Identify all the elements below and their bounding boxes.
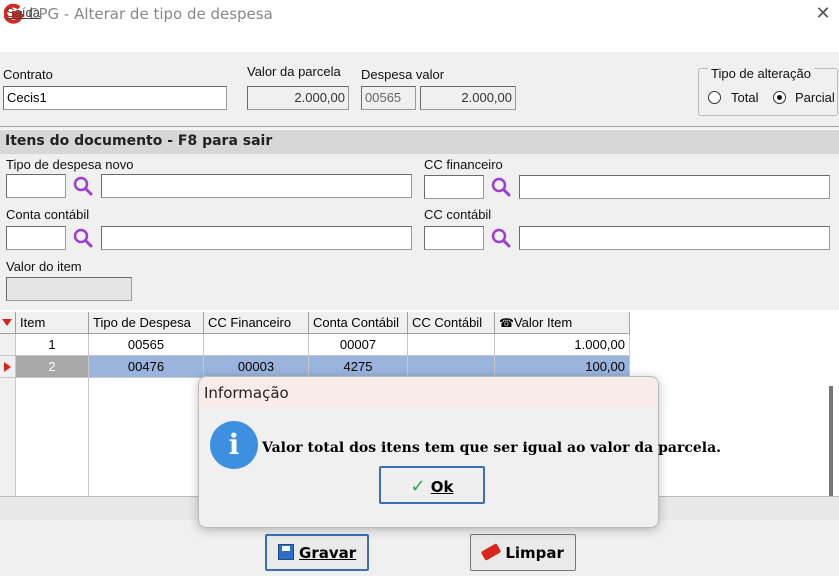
grid-row-indicator (0, 334, 16, 356)
window-title: CPG - Alterar de tipo de despesa (28, 5, 273, 23)
radio-parcial-label[interactable]: Parcial (795, 90, 835, 105)
table-cell[interactable] (408, 356, 495, 378)
phone-icon: ☎ (499, 316, 514, 330)
info-icon: i (210, 421, 258, 469)
radio-total[interactable] (708, 91, 721, 104)
table-cell[interactable]: 00003 (204, 356, 309, 378)
conta-contabil-label: Conta contábil (6, 207, 90, 222)
grid-vertical-scrollbar[interactable] (829, 386, 833, 496)
gravar-button-label: Gravar (299, 544, 357, 562)
separator (0, 126, 839, 127)
limpar-button[interactable]: Limpar (470, 534, 576, 571)
valor-parcela-label: Valor da parcela (247, 64, 341, 79)
cc-contabil-label: CC contábil (424, 207, 492, 222)
search-icon[interactable] (72, 227, 94, 249)
radio-total-label[interactable]: Total (731, 90, 758, 105)
limpar-button-label: Limpar (505, 544, 564, 562)
grid-header-conta-contabil[interactable]: Conta Contábil (309, 312, 408, 334)
tipo-despesa-code-input[interactable] (6, 174, 66, 198)
cc-financeiro-code-input[interactable] (424, 175, 484, 199)
gravar-button[interactable]: Gravar (265, 534, 369, 571)
table-cell[interactable]: 1 (16, 334, 89, 356)
grid-header-valor-item-label: Valor Item (513, 315, 573, 330)
valor-parcela-input: 2.000,00 (247, 86, 349, 110)
search-icon[interactable] (72, 175, 94, 197)
contrato-input[interactable]: Cecis1 (3, 86, 227, 110)
grid-row-indicator (0, 356, 16, 378)
grid-header-tipo-despesa[interactable]: Tipo de Despesa (89, 312, 204, 334)
table-cell[interactable]: 1.000,00 (495, 334, 630, 356)
grid-indicator-header (0, 312, 16, 334)
search-icon[interactable] (490, 227, 512, 249)
eraser-icon (480, 543, 502, 561)
despesa-amount-input: 2.000,00 (420, 86, 516, 110)
contrato-label: Contrato (3, 67, 53, 82)
tipo-despesa-desc-input[interactable] (101, 174, 412, 198)
ok-button-label: Ok (430, 478, 454, 496)
table-cell[interactable] (204, 334, 309, 356)
table-cell[interactable]: 00007 (309, 334, 408, 356)
cc-contabil-desc-input[interactable] (519, 226, 830, 250)
tipo-alteracao-label: Tipo de alteração (708, 66, 814, 81)
conta-contabil-desc-input[interactable] (101, 226, 412, 250)
table-cell[interactable]: 100,00 (495, 356, 630, 378)
close-icon[interactable]: ✕ (813, 3, 833, 24)
checkmark-icon: ✓ (410, 476, 426, 497)
ok-button[interactable]: ✓ Ok (379, 466, 485, 504)
cc-financeiro-desc-input[interactable] (519, 175, 830, 199)
menu-saida[interactable]: Saída (6, 5, 40, 20)
table-cell[interactable]: 4275 (309, 356, 408, 378)
table-cell[interactable] (408, 334, 495, 356)
menu-bar (0, 28, 839, 52)
table-cell[interactable]: 00476 (89, 356, 204, 378)
valor-item-label: Valor do item (6, 259, 82, 274)
grid-empty-column (0, 378, 16, 496)
save-icon (277, 544, 294, 560)
dialog-message: Valor total dos itens tem que ser igual … (262, 440, 722, 456)
table-cell[interactable]: 00565 (89, 334, 204, 356)
cc-financeiro-label: CC financeiro (424, 157, 503, 172)
conta-contabil-code-input[interactable] (6, 226, 66, 250)
despesa-code-input: 00565 (361, 86, 416, 110)
valor-item-input (6, 277, 132, 301)
dialog-title: Informação (204, 384, 289, 402)
grid-header-cc-contabil[interactable]: CC Contábil (408, 312, 495, 334)
table-cell[interactable]: 2 (16, 356, 89, 378)
grid-header-item[interactable]: Item (16, 312, 89, 334)
grid-empty-column (88, 378, 89, 496)
despesa-valor-label: Despesa valor (361, 67, 445, 82)
cc-contabil-code-input[interactable] (424, 226, 484, 250)
grid-header-cc-financeiro[interactable]: CC Financeiro (204, 312, 309, 334)
search-icon[interactable] (490, 176, 512, 198)
itens-section-title: Itens do documento - F8 para sair (5, 133, 273, 149)
radio-parcial[interactable] (773, 91, 786, 104)
tipo-despesa-novo-label: Tipo de despesa novo (6, 157, 134, 172)
grid-header-valor-item[interactable]: ☎Valor Item (495, 312, 630, 334)
